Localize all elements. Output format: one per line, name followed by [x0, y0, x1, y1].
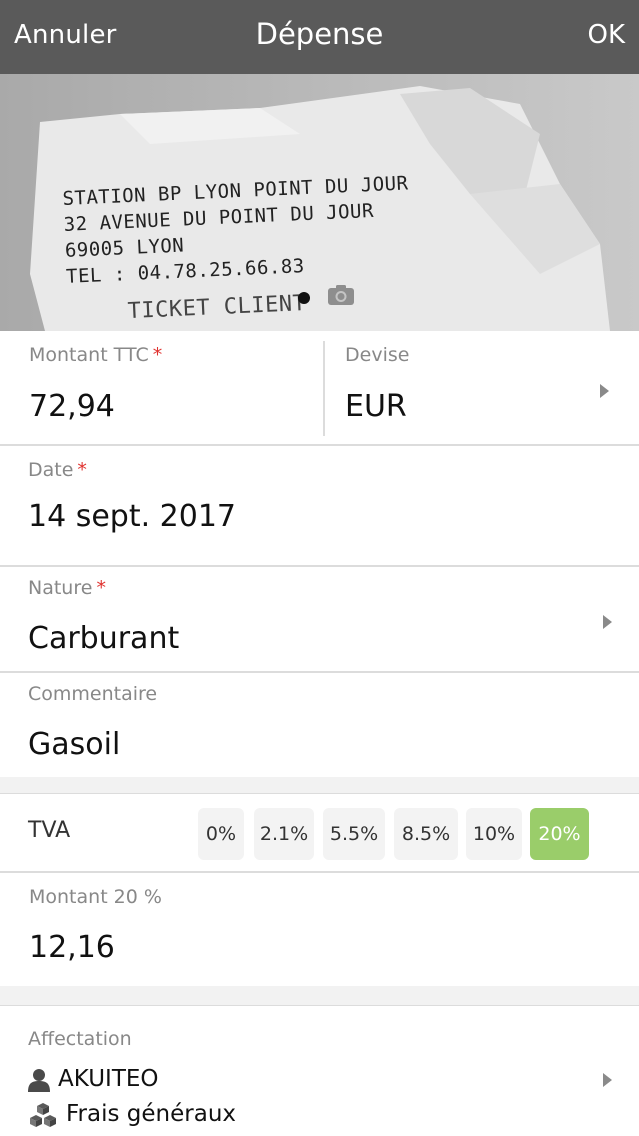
- receipt-text: STATION BP LYON POINT DU JOUR 32 AVENUE …: [62, 170, 414, 328]
- vat-label: TVA: [28, 818, 71, 843]
- vat-option-2-1[interactable]: 2.1%: [254, 808, 314, 860]
- vat-option-5-5[interactable]: 5.5%: [323, 808, 385, 860]
- vat-amount-value: 12,16: [29, 930, 115, 965]
- boxes-icon: [30, 1102, 56, 1127]
- date-value: 14 sept. 2017: [28, 499, 237, 534]
- comment-field[interactable]: Commentaire Gasoil: [0, 673, 639, 777]
- nature-value: Carburant: [28, 621, 180, 656]
- assignment-category-name: Frais généraux: [66, 1101, 237, 1127]
- assignment-person: AKUITEO: [28, 1066, 159, 1092]
- assignment-category: Frais généraux: [28, 1101, 236, 1128]
- chevron-right-icon: [600, 384, 609, 398]
- chevron-right-icon: [603, 615, 612, 629]
- page-title: Dépense: [255, 17, 384, 51]
- section-gap: [0, 986, 639, 1005]
- amount-currency-row: Montant TTC * 72,94 Devise EUR: [0, 331, 639, 444]
- amount-label: Montant TTC *: [29, 344, 163, 366]
- vat-option-8-5[interactable]: 8.5%: [394, 808, 458, 860]
- pager-dot[interactable]: [298, 292, 310, 304]
- camera-icon[interactable]: [327, 284, 355, 306]
- section-gap: [0, 777, 639, 793]
- nature-field[interactable]: Nature * Carburant: [0, 567, 639, 671]
- vat-amount-field[interactable]: Montant 20 % 12,16: [0, 873, 639, 986]
- currency-value: EUR: [345, 389, 407, 424]
- receipt-photo[interactable]: STATION BP LYON POINT DU JOUR 32 AVENUE …: [0, 74, 639, 331]
- navigation-bar: Annuler Dépense OK: [0, 0, 639, 74]
- assignment-person-name: AKUITEO: [58, 1066, 159, 1092]
- currency-field[interactable]: Devise EUR: [325, 331, 639, 444]
- amount-value: 72,94: [29, 389, 115, 424]
- chevron-right-icon: [603, 1073, 612, 1087]
- nature-label: Nature *: [28, 577, 106, 599]
- date-label: Date *: [28, 459, 87, 481]
- vat-option-10[interactable]: 10%: [466, 808, 522, 860]
- vat-option-0[interactable]: 0%: [198, 808, 244, 860]
- person-icon: [28, 1068, 50, 1092]
- comment-value: Gasoil: [28, 727, 121, 762]
- assignment-label: Affectation: [28, 1028, 132, 1050]
- comment-label: Commentaire: [28, 683, 158, 705]
- vat-option-20[interactable]: 20%: [530, 808, 589, 860]
- currency-label: Devise: [345, 344, 410, 366]
- date-field[interactable]: Date * 14 sept. 2017: [0, 446, 639, 565]
- ok-button[interactable]: OK: [587, 20, 625, 50]
- amount-field[interactable]: Montant TTC * 72,94: [0, 331, 323, 444]
- vat-amount-label: Montant 20 %: [29, 886, 162, 908]
